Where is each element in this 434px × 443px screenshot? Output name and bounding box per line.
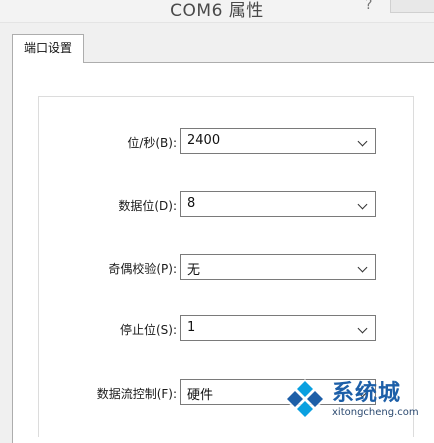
stop-bits-value: 1 — [187, 320, 196, 335]
tab-port-settings[interactable]: 端口设置 — [12, 34, 84, 63]
bits-per-second-value: 2400 — [187, 133, 221, 148]
chevron-down-icon — [357, 199, 368, 210]
watermark: 系统城 xitongcheng.com — [282, 375, 432, 427]
watermark-url: xitongcheng.com — [332, 407, 419, 418]
help-button[interactable]: ? — [365, 0, 372, 13]
stop-bits-label: 停止位(S): — [119, 323, 177, 337]
chevron-down-icon — [357, 136, 368, 147]
chevron-down-icon — [357, 262, 368, 273]
close-button[interactable] — [390, 0, 434, 13]
watermark-logo-icon — [284, 379, 326, 419]
data-bits-label: 数据位(D): — [118, 199, 177, 213]
data-bits-value: 8 — [187, 196, 196, 211]
parity-value: 无 — [187, 263, 201, 278]
stop-bits-select[interactable]: 1 — [180, 315, 376, 341]
bits-per-second-select[interactable]: 2400 — [180, 128, 376, 154]
title-bar: COM6 属性 ? — [0, 0, 434, 23]
watermark-brand: 系统城 — [332, 381, 402, 406]
chevron-down-icon — [357, 323, 368, 334]
data-bits-select[interactable]: 8 — [180, 191, 376, 217]
parity-select[interactable]: 无 — [180, 254, 376, 280]
flow-control-value: 硬件 — [187, 388, 214, 403]
parity-label: 奇偶校验(P): — [108, 262, 177, 276]
bits-per-second-label: 位/秒(B): — [127, 136, 177, 150]
flow-control-label: 数据流控制(F): — [96, 387, 177, 401]
